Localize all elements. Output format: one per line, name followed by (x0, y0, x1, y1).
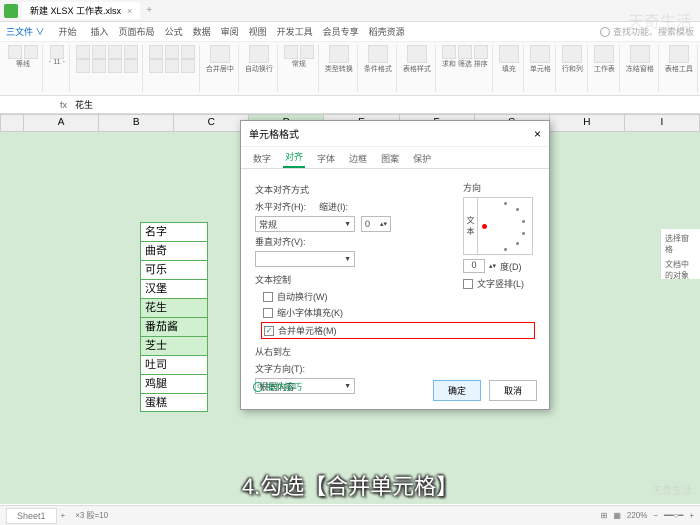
ribbon: 等线 - 11 - 合并居中 自动换行 常规 类型转换 条件格式 表格样式 求和… (0, 42, 700, 96)
menu-member[interactable]: 会员专享 (323, 25, 359, 38)
ok-button[interactable]: 确定 (433, 380, 481, 401)
data-column: 名字 曲奇 可乐 汉堡 花生 番茄酱 芝士 吐司 鸡腿 蛋糕 (140, 222, 208, 412)
orient-vertical-text[interactable]: 文本 (464, 198, 478, 254)
sheet-tab[interactable]: Sheet1 (6, 508, 57, 524)
watermark: 天奇生活 (628, 8, 692, 32)
shrink-check[interactable]: 缩小字体填充(K) (263, 306, 535, 319)
orientation-box[interactable]: 文本 (463, 197, 533, 255)
formula-bar: fx 花生 (0, 96, 700, 114)
zoom-slider[interactable]: ━━○━ (664, 511, 683, 520)
degree-input[interactable]: 0 (463, 259, 485, 273)
col-b[interactable]: B (99, 114, 174, 132)
cell-selected[interactable]: 花生 (140, 298, 208, 317)
statusbar: Sheet1 + ×3 殴=10 ⊞ ▦ 220% − ━━○━ + (0, 505, 700, 525)
search-icon (600, 27, 610, 37)
menu-formula[interactable]: 公式 (165, 25, 183, 38)
v-align-label: 垂直对齐(V): (255, 235, 313, 248)
cell-selected[interactable]: 芝士 (140, 336, 208, 355)
cell[interactable]: 可乐 (140, 260, 208, 279)
titlebar: 新建 XLSX 工作表.xlsx × + (0, 0, 700, 22)
tab-pattern[interactable]: 图案 (379, 149, 401, 168)
close-tab-icon[interactable]: × (127, 6, 132, 16)
select-all-corner[interactable] (0, 114, 24, 132)
cell[interactable]: 蛋糕 (140, 393, 208, 412)
text-dir-label: 文字方向(T): (255, 362, 305, 375)
status-info: ×3 殴=10 (75, 510, 108, 521)
indent-spinner[interactable]: 0▴▾ (361, 216, 391, 232)
view-icon[interactable]: ⊞ (601, 511, 608, 520)
tab-border[interactable]: 边框 (347, 149, 369, 168)
filename: 新建 XLSX 工作表.xlsx (30, 4, 121, 17)
degree-row: 0 ▴▾ 度(D) (463, 259, 533, 273)
cell[interactable]: 名字 (140, 222, 208, 241)
zoom-level[interactable]: 220% (627, 511, 647, 520)
fx-icon[interactable]: fx (56, 100, 71, 110)
menu-layout[interactable]: 页面布局 (119, 25, 155, 38)
h-align-label: 水平对齐(H): (255, 200, 313, 213)
menu-start[interactable]: 开始 (55, 24, 81, 39)
menu-data[interactable]: 数据 (193, 25, 211, 38)
dialog-body: 文本对齐方式 水平对齐(H): 缩进(I): 常规▼ 0▴▾ 垂直对齐(V): … (241, 169, 549, 405)
tip-link[interactable]: i操作技巧 (253, 380, 302, 393)
side-title: 选择窗格 (665, 233, 696, 255)
view-icon[interactable]: ▦ (613, 511, 621, 520)
dialog-title: 单元格格式 (249, 126, 299, 141)
v-align-select[interactable]: ▼ (255, 251, 355, 267)
tab-align[interactable]: 对齐 (283, 147, 305, 168)
tab-font[interactable]: 字体 (315, 149, 337, 168)
degree-label: 度(D) (500, 260, 522, 273)
cell-format-dialog: 单元格格式 × 数字 对齐 字体 边框 图案 保护 文本对齐方式 水平对齐(H)… (240, 120, 550, 410)
side-text: 文档中的对象 (665, 259, 696, 281)
orient-dial[interactable] (478, 198, 532, 254)
menu-insert[interactable]: 插入 (91, 25, 109, 38)
cancel-button[interactable]: 取消 (489, 380, 537, 401)
menu-view[interactable]: 视图 (249, 25, 267, 38)
tutorial-caption: 4.勾选【合并单元格】 (242, 469, 458, 501)
dialog-titlebar: 单元格格式 × (241, 121, 549, 147)
tab-protect[interactable]: 保护 (411, 149, 433, 168)
zoom-out[interactable]: − (653, 511, 658, 520)
col-i[interactable]: I (625, 114, 700, 132)
cell[interactable]: 汉堡 (140, 279, 208, 298)
indent-label: 缩进(I): (319, 200, 349, 213)
cell[interactable]: 鸡腿 (140, 374, 208, 393)
formula-value[interactable]: 花生 (71, 98, 97, 111)
col-c[interactable]: C (174, 114, 249, 132)
menu-file[interactable]: 三文件 ∨ (6, 25, 45, 38)
dialog-tabs: 数字 对齐 字体 边框 图案 保护 (241, 147, 549, 169)
tab-number[interactable]: 数字 (251, 149, 273, 168)
menubar: 三文件 ∨ 开始 插入 页面布局 公式 数据 审阅 视图 开发工具 会员专享 稻… (0, 22, 700, 42)
dialog-footer: i操作技巧 确定 取消 (241, 380, 549, 401)
merge-cells-check[interactable]: ✓合并单元格(M) (261, 322, 535, 339)
col-h[interactable]: H (550, 114, 625, 132)
app-icon (4, 4, 18, 18)
add-sheet-button[interactable]: + (61, 511, 66, 520)
section-rtl: 从右到左 (255, 345, 535, 358)
h-align-select[interactable]: 常规▼ (255, 216, 355, 232)
watermark-small: 天奇生活 (652, 482, 692, 497)
orientation-panel: 方向 文本 0 ▴▾ 度(D) 文字竖排(L) (463, 181, 533, 293)
vertical-text-check[interactable]: 文字竖排(L) (463, 277, 533, 290)
cell-selected[interactable]: 番茄酱 (140, 317, 208, 336)
orient-label: 方向 (463, 181, 533, 194)
cell[interactable]: 吐司 (140, 355, 208, 374)
col-a[interactable]: A (24, 114, 99, 132)
tip-icon: i (253, 382, 263, 392)
new-tab-button[interactable]: + (146, 5, 152, 16)
zoom-in[interactable]: + (689, 511, 694, 520)
menu-review[interactable]: 审阅 (221, 25, 239, 38)
menu-resource[interactable]: 稻壳资源 (369, 25, 405, 38)
menu-dev[interactable]: 开发工具 (277, 25, 313, 38)
cell[interactable]: 曲奇 (140, 241, 208, 260)
dialog-close-button[interactable]: × (534, 127, 541, 141)
document-tab[interactable]: 新建 XLSX 工作表.xlsx × (22, 2, 140, 19)
side-panel: 选择窗格 文档中的对象 (660, 229, 700, 279)
